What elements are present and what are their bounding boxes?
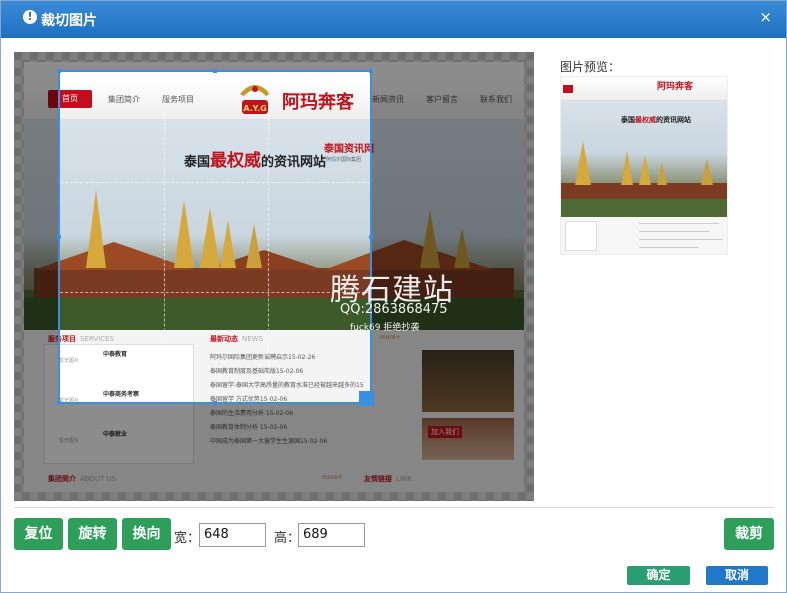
news-item: 中国成为泰国第一大留学生生源国15-02-06 <box>210 438 328 445</box>
info-icon: ! <box>23 10 37 24</box>
dialog-titlebar[interactable]: ! 裁切图片 × <box>1 1 786 38</box>
crop-guide-line <box>60 182 370 183</box>
site-nav-item: 客户留言 <box>426 95 458 104</box>
height-input[interactable]: 689 <box>298 523 365 547</box>
preview-news-line <box>639 239 723 240</box>
width-label: 宽： <box>174 531 201 546</box>
cancel-button[interactable]: 取消 <box>706 566 768 585</box>
crop-guide-line <box>268 72 269 402</box>
rotate-button[interactable]: 旋转 <box>68 518 117 550</box>
crop-handle-bottom[interactable] <box>213 401 217 405</box>
preview-image: 阿玛奔客 泰国最权威的资讯网站 <box>560 76 728 255</box>
join-us-label: 加入我们 <box>428 426 462 438</box>
no-image-label: 暂无图片 <box>59 438 80 444</box>
crop-handle-right[interactable] <box>369 235 373 239</box>
preview-label: 图片预览： <box>560 60 621 74</box>
ok-button[interactable]: 确定 <box>627 566 690 585</box>
crop-handle-bottom-left[interactable] <box>57 401 61 405</box>
height-label: 高： <box>274 531 301 546</box>
preview-logo-text: 阿玛奔客 <box>657 82 694 92</box>
news-item: 泰国教育体制分析 15-02-06 <box>210 424 288 431</box>
width-input[interactable]: 648 <box>199 523 266 547</box>
watermark-tag: fuck69 拒绝抄袭 <box>350 323 420 333</box>
news-item: 泰国的生活费用分析 15-02-06 <box>210 410 294 417</box>
crop-button[interactable]: 裁剪 <box>724 518 774 550</box>
artifact-image <box>422 350 514 412</box>
about-more-link: more+ <box>322 474 343 481</box>
crop-handle-top-left[interactable] <box>57 69 61 73</box>
about-heading: 集团简介 ABOUT US <box>48 474 116 484</box>
news-more-link: more+ <box>380 334 401 341</box>
close-icon[interactable]: × <box>759 8 772 26</box>
crop-resize-handle[interactable] <box>359 391 374 406</box>
reset-button[interactable]: 复位 <box>14 518 63 550</box>
preview-services-box <box>565 221 597 251</box>
join-us-image: 加入我们 <box>422 418 514 460</box>
preview-news-line <box>639 247 699 248</box>
crop-stage[interactable]: 首页 集团简介 服务项目 A.Y.G 阿玛奔客 新闻资讯 客户留言 联系我们 泰… <box>14 52 534 501</box>
service-item: 中泰就业 <box>103 431 128 438</box>
dialog-title: 裁切图片 <box>41 13 97 29</box>
links-heading-en: LINK <box>396 475 412 483</box>
crop-handle-top[interactable] <box>213 69 217 73</box>
about-heading-en: ABOUT US <box>80 475 117 483</box>
about-heading-label: 集团简介 <box>48 475 76 483</box>
preview-news-line <box>639 223 719 224</box>
links-heading: 友情链接 LINK <box>364 474 412 484</box>
preview-banner-title-emphasis: 最权威 <box>635 116 656 124</box>
preview-temple <box>561 141 727 217</box>
preview-nav-home <box>563 85 573 93</box>
swap-orientation-button[interactable]: 换向 <box>122 518 171 550</box>
site-nav-item: 新闻资讯 <box>372 95 404 104</box>
crop-handle-left[interactable] <box>57 235 61 239</box>
preview-banner-title-prefix: 泰国 <box>621 116 635 124</box>
preview-banner-title-suffix: 的资讯网站 <box>656 116 691 124</box>
preview-news-line <box>639 231 709 232</box>
preview-content <box>561 217 727 254</box>
crop-handle-top-right[interactable] <box>369 69 373 73</box>
watermark-qq: QQ:2863868475 <box>340 302 448 317</box>
toolbar-divider <box>14 507 774 508</box>
preview-banner-title: 泰国最权威的资讯网站 <box>621 115 691 125</box>
site-nav-item: 联系我们 <box>480 95 512 104</box>
crop-guide-line <box>164 72 165 402</box>
crop-guide-line <box>60 292 370 293</box>
preview-nav: 阿玛奔客 <box>561 77 727 101</box>
crop-image-dialog: ! 裁切图片 × 首页 集团简介 服务项目 A.Y.G 阿玛奔客 新闻资讯 客户… <box>0 0 787 593</box>
preview-banner: 泰国最权威的资讯网站 <box>561 101 727 217</box>
crop-selection-box[interactable] <box>57 69 374 406</box>
links-heading-label: 友情链接 <box>364 475 392 483</box>
